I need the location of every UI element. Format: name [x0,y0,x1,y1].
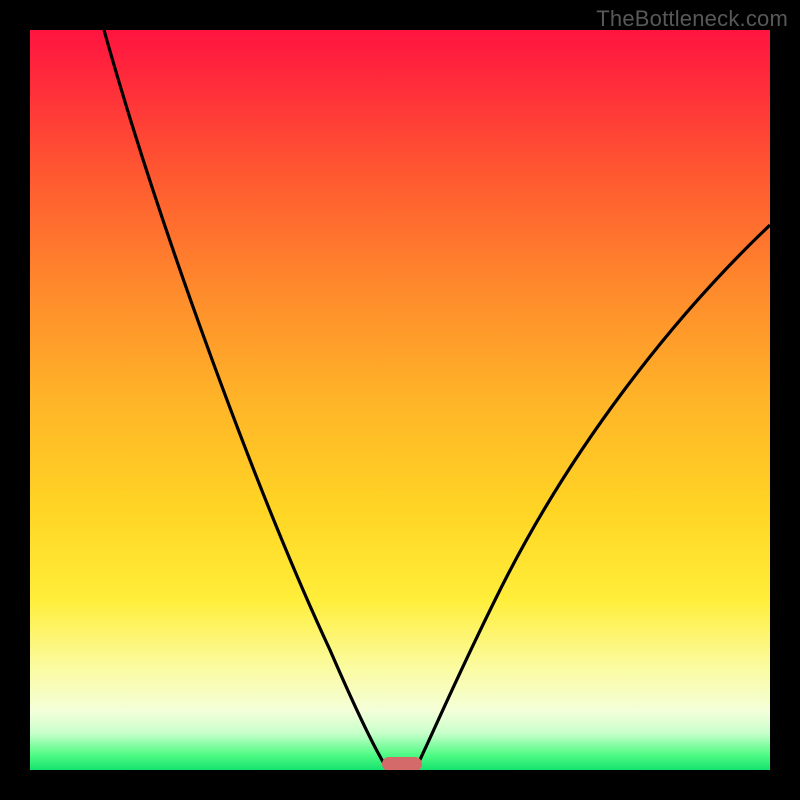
right-curve [415,225,770,770]
left-curve [104,30,388,770]
watermark-text: TheBottleneck.com [596,6,788,32]
bottleneck-marker [382,757,422,770]
marker-rect [382,757,422,770]
curve-layer [30,30,770,770]
plot-area [30,30,770,770]
